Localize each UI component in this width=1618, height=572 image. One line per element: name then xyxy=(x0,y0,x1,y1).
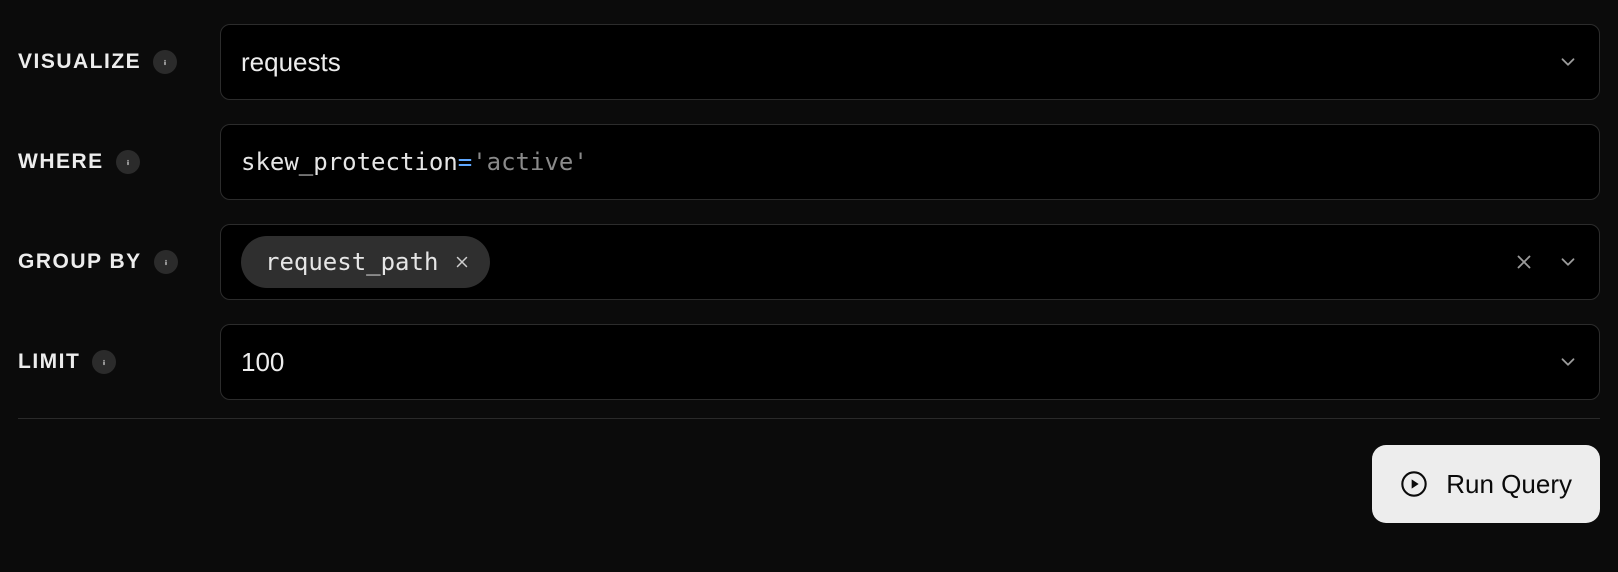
info-icon[interactable] xyxy=(153,50,177,74)
visualize-label: VISUALIZE xyxy=(18,50,141,74)
visualize-value: requests xyxy=(241,47,1545,78)
groupby-chip-label: request_path xyxy=(265,248,438,276)
where-value: 'active' xyxy=(472,148,588,176)
close-icon[interactable] xyxy=(452,252,472,272)
groupby-label: GROUP BY xyxy=(18,250,142,274)
limit-select[interactable]: 100 xyxy=(220,324,1600,400)
info-icon[interactable] xyxy=(92,350,116,374)
visualize-row: VISUALIZE requests xyxy=(18,24,1600,100)
info-icon[interactable] xyxy=(116,150,140,174)
where-label-cell: WHERE xyxy=(18,150,200,174)
visualize-label-cell: VISUALIZE xyxy=(18,50,200,74)
where-expression: skew_protection = 'active' xyxy=(241,148,588,176)
limit-label: LIMIT xyxy=(18,350,80,374)
visualize-select[interactable]: requests xyxy=(220,24,1600,100)
where-field: skew_protection xyxy=(241,148,458,176)
chevron-down-icon xyxy=(1557,51,1579,73)
groupby-label-cell: GROUP BY xyxy=(18,250,200,274)
query-builder: VISUALIZE requests WHERE skew_protection… xyxy=(0,0,1618,419)
chevron-down-icon xyxy=(1557,351,1579,373)
limit-label-cell: LIMIT xyxy=(18,350,200,374)
run-query-button[interactable]: Run Query xyxy=(1372,445,1600,523)
play-circle-icon xyxy=(1400,470,1428,498)
clear-icon[interactable] xyxy=(1513,251,1535,273)
where-label: WHERE xyxy=(18,150,104,174)
where-input[interactable]: skew_protection = 'active' xyxy=(220,124,1600,200)
chevron-down-icon xyxy=(1557,251,1579,273)
groupby-select[interactable]: request_path xyxy=(220,224,1600,300)
run-query-label: Run Query xyxy=(1446,469,1572,500)
groupby-chip[interactable]: request_path xyxy=(241,236,490,288)
groupby-right-icons xyxy=(1513,251,1579,273)
limit-value: 100 xyxy=(241,347,1545,378)
where-row: WHERE skew_protection = 'active' xyxy=(18,124,1600,200)
limit-row: LIMIT 100 xyxy=(18,324,1600,400)
where-operator: = xyxy=(458,148,472,176)
info-icon[interactable] xyxy=(154,250,178,274)
groupby-row: GROUP BY request_path xyxy=(18,224,1600,300)
actions-bar: Run Query xyxy=(0,419,1618,523)
